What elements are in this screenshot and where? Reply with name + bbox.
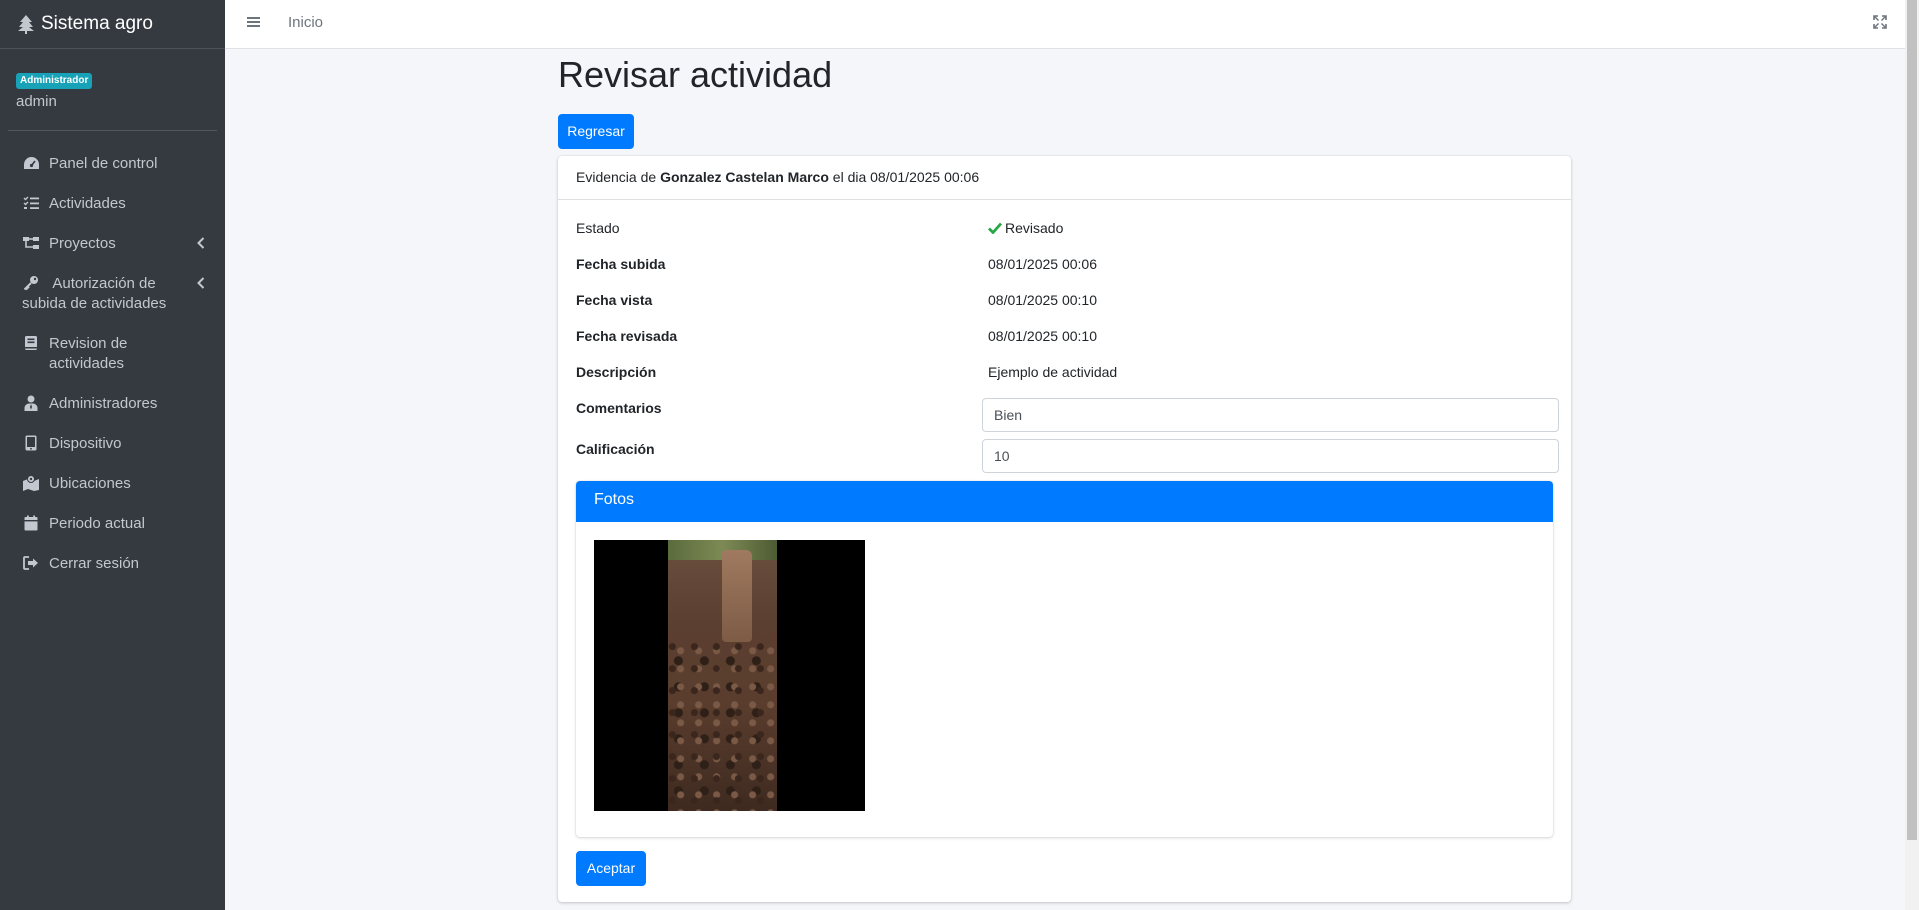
estado-value: Revisado [988,220,1063,236]
sidebar-item-label: Periodo actual [49,515,145,532]
sidebar-item-revision[interactable]: Revision de actividades [8,324,217,384]
sitemap-icon [22,234,40,252]
comentarios-label: Comentarios [576,400,662,416]
sidebar-item-label: Panel de control [49,155,158,172]
menu-toggle-icon[interactable] [246,15,262,29]
vertical-scrollbar[interactable] [1905,0,1919,910]
dashboard-icon [22,154,40,172]
photo-post [722,550,752,642]
fullscreen-icon[interactable] [1873,15,1887,29]
descripcion-label: Descripción [576,364,657,380]
estado-label: Estado [576,220,620,236]
brand-link[interactable]: Sistema agro [0,0,225,49]
calificacion-input[interactable] [982,439,1559,473]
calendar-icon [22,514,40,532]
nav-link-inicio[interactable]: Inicio [288,14,323,31]
sidebar-nav: Panel de control Actividades Proyectos A… [0,144,225,584]
calificacion-label: Calificación [576,441,655,457]
evidence-prefix: Evidencia de [576,169,657,185]
sidebar-item-periodo-actual[interactable]: Periodo actual [8,504,217,544]
fecha-revisada-value: 08/01/2025 00:10 [988,328,1097,344]
photos-card: Fotos [576,481,1553,837]
scrollbar-thumb[interactable] [1907,0,1917,840]
photo-soil [668,640,777,811]
sidebar-item-proyectos[interactable]: Proyectos [8,224,217,264]
estado-text: Revisado [1005,220,1064,236]
sidebar-item-actividades[interactable]: Actividades [8,184,217,224]
fecha-vista-label: Fecha vista [576,292,653,308]
chevron-left-icon [197,237,205,249]
user-tie-icon [22,394,40,412]
sidebar-item-label: Cerrar sesión [49,555,140,572]
page-title: Revisar actividad [558,54,833,95]
evidence-card: Evidencia de Gonzalez Castelan Marco el … [558,156,1571,902]
fecha-vista-value: 08/01/2025 00:10 [988,292,1097,308]
fecha-revisada-label: Fecha revisada [576,328,678,344]
sidebar-item-label: Autorización de subida de actividades [22,275,167,312]
sidebar-item-label: Dispositivo [49,435,122,452]
list-check-icon [22,194,40,212]
sidebar-item-autorizacion[interactable]: Autorización de subida de actividades [8,264,217,324]
brand-name: Sistema agro [41,13,153,34]
sidebar-item-dispositivo[interactable]: Dispositivo [8,424,217,464]
sidebar-item-ubicaciones[interactable]: Ubicaciones [8,464,217,504]
sidebar-item-panel-de-control[interactable]: Panel de control [8,144,217,184]
chevron-left-icon [197,277,205,289]
sidebar-item-cerrar-sesion[interactable]: Cerrar sesión [8,544,217,584]
evidence-date: el dia 08/01/2025 00:06 [832,169,980,185]
user-panel: Administrador admin [8,49,217,131]
evidence-photo[interactable] [594,540,865,811]
sidebar-item-administradores[interactable]: Administradores [8,384,217,424]
sidebar-item-label: Ubicaciones [49,475,131,492]
check-icon [988,222,1002,234]
fecha-subida-label: Fecha subida [576,256,666,272]
evidence-header: Evidencia de Gonzalez Castelan Marco el … [558,156,1571,200]
role-badge: Administrador [16,73,93,89]
fecha-subida-value: 08/01/2025 00:06 [988,256,1097,272]
user-name[interactable]: admin [16,93,201,110]
evidence-person: Gonzalez Castelan Marco [660,169,829,185]
photo-image [668,540,777,811]
sidebar-item-label: Proyectos [49,235,116,252]
comentarios-input[interactable] [982,398,1559,432]
sidebar-item-label: Actividades [49,195,126,212]
top-navbar: Inicio [225,0,1905,49]
accept-button[interactable]: Aceptar [576,851,646,886]
descripcion-value: Ejemplo de actividad [988,364,1118,380]
sidebar: Sistema agro Administrador admin Panel d… [0,0,225,910]
tablet-icon [22,434,40,452]
map-marked-icon [22,474,40,492]
sidebar-item-label: Administradores [49,395,158,412]
key-icon [22,274,40,292]
back-button[interactable]: Regresar [558,114,634,149]
book-icon [22,334,40,352]
tree-icon [18,15,34,34]
sign-out-icon [22,554,40,572]
sidebar-item-label: Revision de actividades [49,335,128,372]
photos-header: Fotos [576,481,1553,522]
